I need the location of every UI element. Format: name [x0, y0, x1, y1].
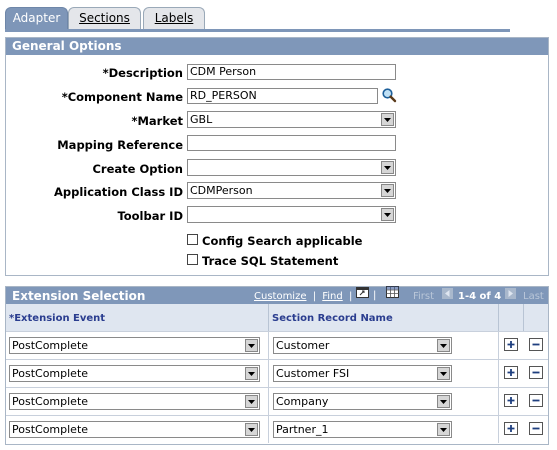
add-row-button[interactable]: [504, 394, 518, 407]
mapping-reference-label: Mapping Reference: [57, 138, 183, 152]
event-cell: PostComplete: [6, 416, 269, 443]
tab-sections[interactable]: Sections: [68, 7, 141, 29]
event-cell: PostComplete: [6, 332, 269, 359]
nav-separator: |: [312, 291, 317, 302]
customize-link[interactable]: Customize: [254, 291, 307, 302]
chevron-down-icon[interactable]: [245, 367, 258, 380]
chevron-down-icon[interactable]: [245, 395, 258, 408]
mapping-reference-field[interactable]: [187, 135, 396, 151]
table-row: PostComplete Customer: [6, 331, 548, 359]
section-record-select[interactable]: Customer: [273, 337, 452, 354]
delete-row-button[interactable]: [529, 422, 543, 435]
table-row: PostComplete Partner_1: [6, 415, 548, 443]
table-row: PostComplete Customer FSI: [6, 359, 548, 387]
lookup-icon[interactable]: [381, 87, 397, 103]
extension-event-select[interactable]: PostComplete: [9, 337, 260, 354]
grid-nav-bar: Customize | Find |: [254, 291, 355, 302]
chevron-down-icon[interactable]: [437, 339, 450, 352]
extension-event-value: PostComplete: [12, 339, 89, 352]
event-cell: PostComplete: [6, 360, 269, 387]
chevron-down-icon[interactable]: [437, 423, 450, 436]
market-label: *Market: [131, 114, 183, 128]
tab-adapter[interactable]: Adapter: [5, 7, 68, 30]
next-arrow-icon[interactable]: [505, 288, 516, 299]
component-name-label: *Component Name: [61, 90, 183, 104]
record-cell: Company: [269, 388, 499, 415]
market-select[interactable]: GBL: [187, 111, 396, 128]
extension-event-value: PostComplete: [12, 395, 89, 408]
trace-sql-checkbox[interactable]: [187, 254, 198, 265]
extension-event-select[interactable]: PostComplete: [9, 365, 260, 382]
extension-event-value: PostComplete: [12, 423, 89, 436]
section-record-value: Partner_1: [276, 423, 329, 436]
row-range: 1-4 of 4: [458, 291, 502, 302]
application-class-id-label: Application Class ID: [53, 185, 183, 199]
table-row: PostComplete Company: [6, 387, 548, 415]
tab-underline: [5, 29, 510, 32]
add-row-button[interactable]: [504, 366, 518, 379]
view-all-icon[interactable]: [356, 287, 370, 299]
create-option-select[interactable]: [187, 159, 396, 176]
market-select-value: GBL: [190, 113, 213, 126]
general-options-header: General Options: [6, 38, 548, 55]
section-record-select[interactable]: Company: [273, 393, 452, 410]
section-record-value: Customer: [276, 339, 330, 352]
description-label: *Description: [102, 66, 183, 80]
component-name-field[interactable]: RD_PERSON: [187, 88, 378, 104]
nav-separator: |: [373, 290, 377, 301]
toolbar-id-select[interactable]: [187, 206, 396, 223]
delete-row-button[interactable]: [529, 394, 543, 407]
tab-labels[interactable]: Labels: [143, 7, 205, 29]
delete-row-button[interactable]: [529, 338, 543, 351]
add-row-button[interactable]: [504, 422, 518, 435]
nav-separator: |: [348, 291, 353, 302]
extension-event-select[interactable]: PostComplete: [9, 393, 260, 410]
extension-event-value: PostComplete: [12, 367, 89, 380]
extension-selection-title: Extension Selection: [12, 289, 146, 303]
chevron-down-icon[interactable]: [437, 367, 450, 380]
section-record-value: Customer FSI: [276, 367, 350, 380]
description-field[interactable]: CDM Person: [187, 64, 396, 80]
chevron-down-icon[interactable]: [381, 113, 394, 126]
delete-row-button[interactable]: [529, 366, 543, 379]
trace-sql-label: Trace SQL Statement: [202, 254, 339, 268]
record-cell: Customer FSI: [269, 360, 499, 387]
chevron-down-icon[interactable]: [381, 161, 394, 174]
create-option-label: Create Option: [92, 162, 183, 176]
column-header-delete: [524, 304, 548, 331]
previous-arrow-icon[interactable]: [442, 288, 453, 299]
section-record-select[interactable]: Partner_1: [273, 421, 452, 438]
last-link[interactable]: Last: [523, 291, 544, 302]
chevron-down-icon[interactable]: [381, 184, 394, 197]
tab-sections-label: Sections: [79, 11, 130, 25]
first-link[interactable]: First: [413, 291, 434, 302]
config-search-label: Config Search applicable: [202, 234, 363, 248]
application-class-id-select[interactable]: CDMPerson: [187, 182, 396, 199]
section-record-value: Company: [276, 395, 329, 408]
application-class-id-value: CDMPerson: [190, 184, 253, 197]
chevron-down-icon[interactable]: [437, 395, 450, 408]
chevron-down-icon[interactable]: [245, 423, 258, 436]
add-row-button[interactable]: [504, 338, 518, 351]
find-link[interactable]: Find: [322, 291, 343, 302]
column-header-section-record-name[interactable]: Section Record Name: [269, 304, 499, 331]
record-cell: Partner_1: [269, 416, 499, 443]
tab-labels-label: Labels: [154, 11, 194, 25]
section-record-select[interactable]: Customer FSI: [273, 365, 452, 382]
chevron-down-icon[interactable]: [381, 208, 394, 221]
grid-download-icon[interactable]: [386, 286, 400, 299]
column-header-add: [499, 304, 524, 331]
tab-adapter-label: Adapter: [12, 11, 61, 25]
extension-event-select[interactable]: PostComplete: [9, 421, 260, 438]
record-cell: Customer: [269, 332, 499, 359]
column-header-extension-event[interactable]: *Extension Event: [6, 304, 269, 331]
config-search-checkbox[interactable]: [187, 234, 198, 245]
event-cell: PostComplete: [6, 388, 269, 415]
chevron-down-icon[interactable]: [245, 339, 258, 352]
toolbar-id-label: Toolbar ID: [117, 209, 183, 223]
